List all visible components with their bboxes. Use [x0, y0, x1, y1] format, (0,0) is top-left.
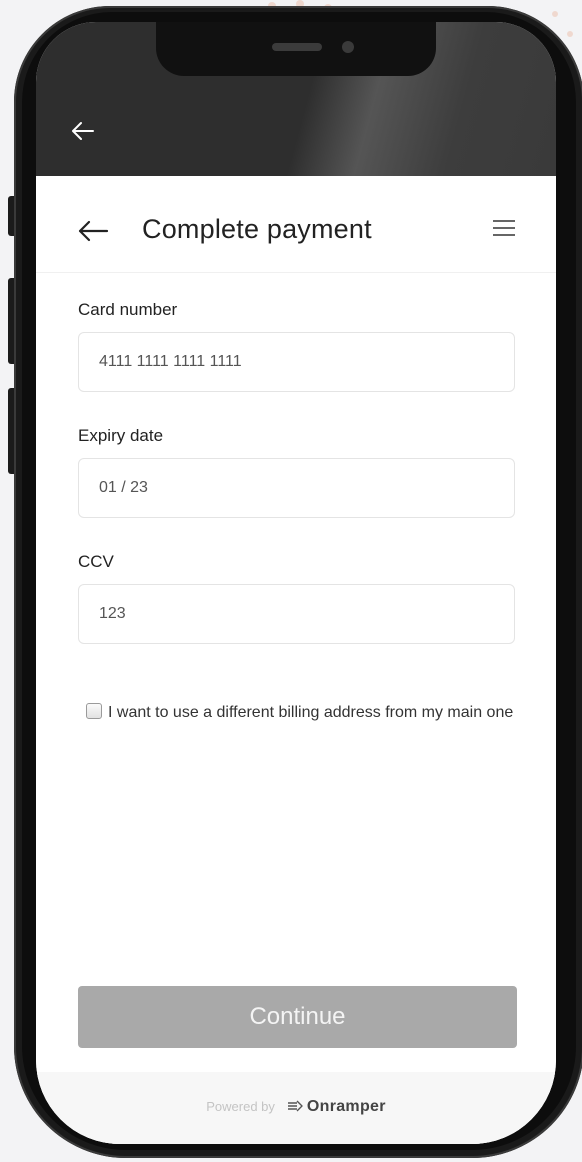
hamburger-menu-icon[interactable]	[493, 220, 515, 238]
billing-address-option: I want to use a different billing addres…	[78, 702, 518, 723]
arrow-left-icon[interactable]	[68, 116, 98, 146]
onramper-brand: Onramper	[306, 1098, 386, 1115]
billing-address-checkbox[interactable]	[86, 703, 102, 719]
powered-by: Powered by Onramper	[36, 1098, 556, 1116]
continue-button[interactable]: Continue	[78, 986, 517, 1048]
speaker-icon	[272, 43, 322, 51]
ccv-input[interactable]	[78, 584, 515, 644]
page-title: Complete payment	[142, 214, 372, 244]
onramper-logo-icon	[287, 1100, 303, 1112]
app-footer: Powered by Onramper	[36, 1072, 556, 1144]
phone-frame: Complete payment Card number Expiry date…	[14, 6, 582, 1158]
camera-icon	[342, 41, 354, 53]
card-number-label: Card number	[78, 300, 178, 319]
billing-address-checkbox-label[interactable]: I want to use a different billing addres…	[108, 704, 513, 721]
ccv-label: CCV	[78, 552, 114, 571]
payment-app: Complete payment Card number Expiry date…	[36, 176, 556, 1144]
phone-notch	[156, 22, 436, 76]
expiry-date-input[interactable]	[78, 458, 515, 518]
expiry-date-label: Expiry date	[78, 426, 164, 445]
app-header: Complete payment	[36, 176, 556, 273]
phone-screen: Complete payment Card number Expiry date…	[36, 22, 556, 1144]
powered-by-text: Powered by	[206, 1099, 275, 1114]
card-number-input[interactable]	[78, 332, 515, 392]
arrow-left-icon[interactable]	[76, 216, 110, 246]
status-bar-area	[36, 22, 556, 176]
